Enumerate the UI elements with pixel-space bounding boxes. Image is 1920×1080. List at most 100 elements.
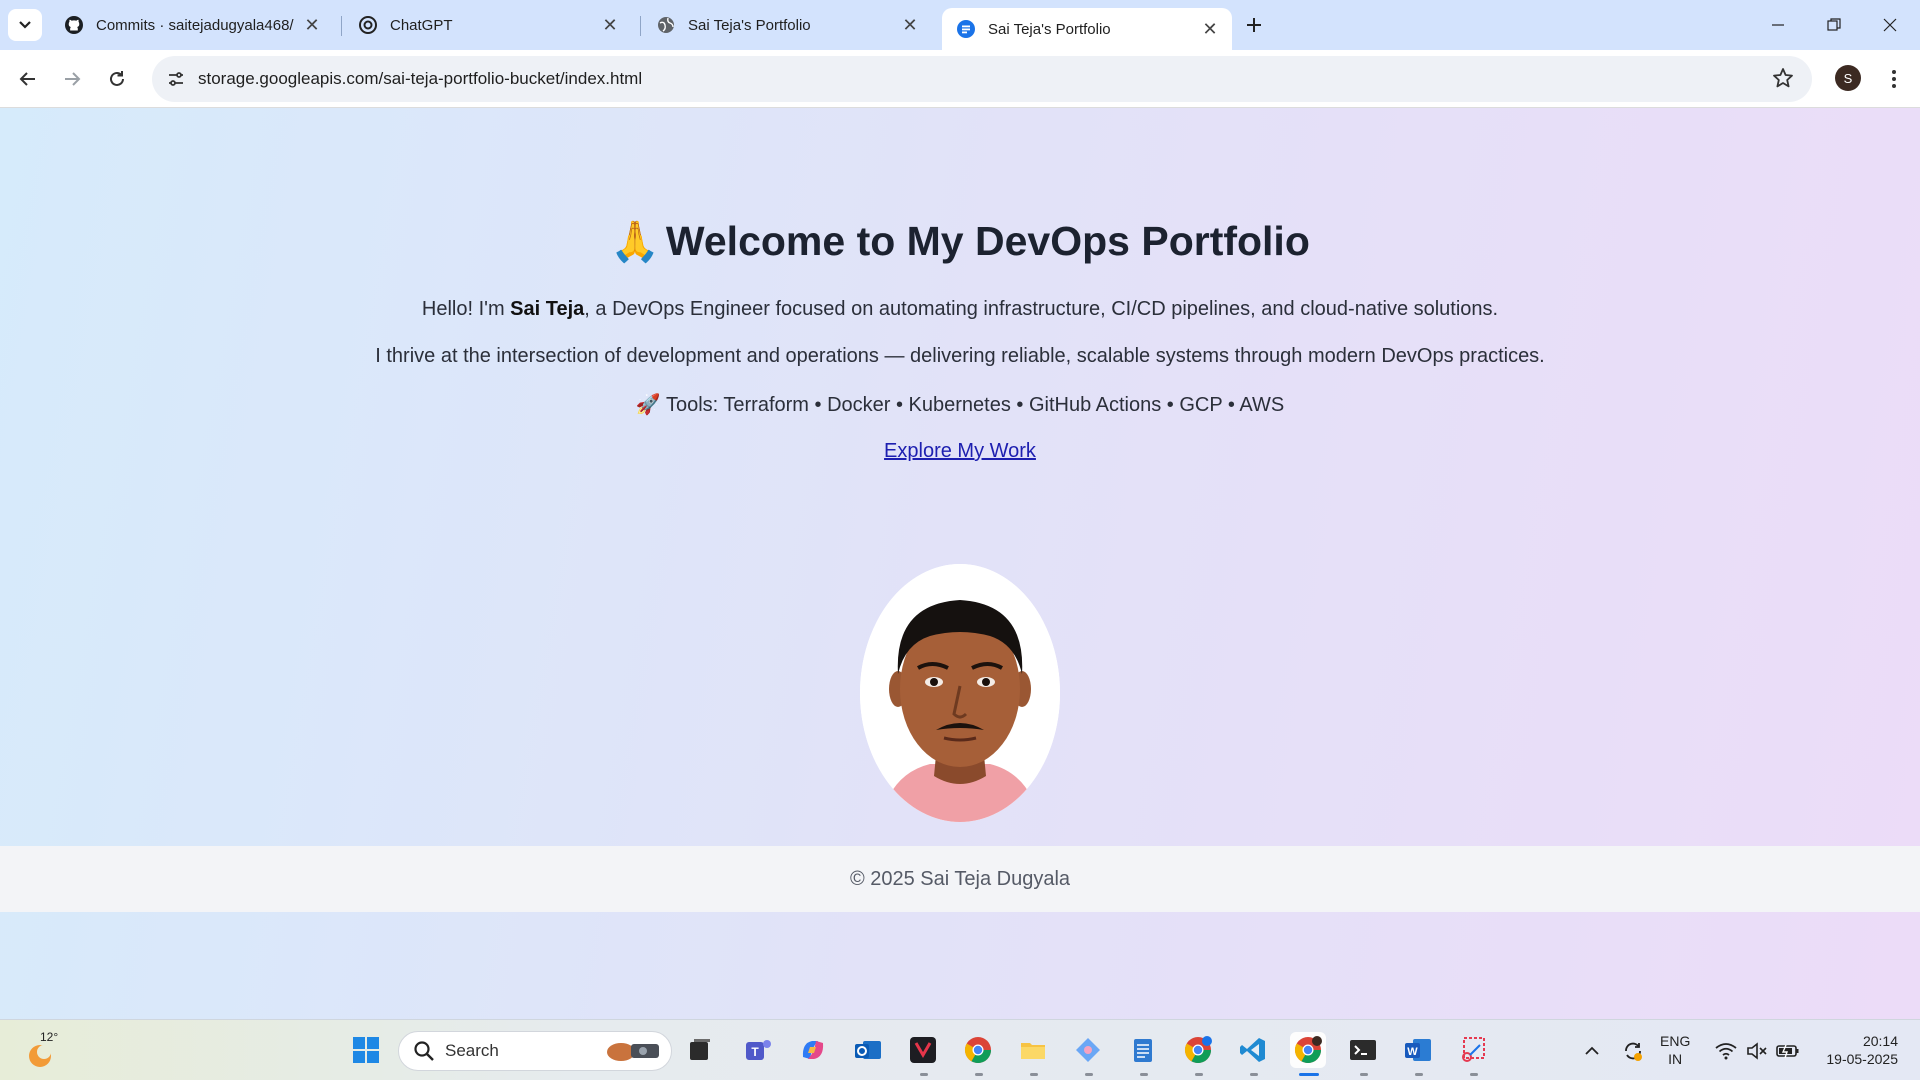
battery-icon[interactable] [1774,1020,1802,1080]
intro-text: Hello! I'm Sai Teja, a DevOps Engineer f… [0,298,1920,321]
tools-text: 🚀 Tools: Terraform • Docker • Kubernetes… [0,392,1920,417]
browser-toolbar: storage.googleapis.com/sai-teja-portfoli… [0,50,1920,108]
chrome-icon[interactable] [960,1032,996,1068]
tools-list: Tools: Terraform • Docker • Kubernetes •… [665,394,1285,416]
explore-container: Explore My Work [0,440,1920,463]
chrome-page-icon [956,19,976,39]
lang-region: IN [1668,1051,1683,1067]
language-indicator[interactable]: ENG IN [1660,1032,1690,1068]
restore-icon [1827,18,1841,31]
weather-temp: 12° [40,1030,59,1044]
site-info-icon[interactable] [158,61,194,97]
forward-button[interactable] [56,63,88,95]
more-menu-icon[interactable] [1880,63,1908,95]
tab-github-commits[interactable]: Commits · saitejadugyala468/G ✕ [50,8,334,42]
minimize-button[interactable] [1750,0,1806,50]
reload-button[interactable] [101,63,133,95]
running-indicator [975,1073,983,1076]
address-bar[interactable]: storage.googleapis.com/sai-teja-portfoli… [152,56,1812,102]
tab-separator [640,16,641,36]
praying-hands-icon: 🙏 [610,220,660,264]
chatgpt-icon [358,15,378,35]
running-indicator [1030,1073,1038,1076]
show-hidden-icons-button[interactable] [1580,1020,1604,1080]
copilot-icon[interactable] [795,1032,831,1068]
close-icon[interactable]: ✕ [600,15,620,35]
tab-portfolio-active[interactable]: Sai Teja's Portfolio ✕ [942,8,1232,50]
close-icon [1883,18,1897,32]
arrow-right-icon [65,72,81,86]
intro-suffix: , a DevOps Engineer focused on automatin… [584,298,1499,320]
chrome-profile-icon[interactable] [1180,1032,1216,1068]
tab-portfolio[interactable]: Sai Teja's Portfolio ✕ [642,8,932,42]
globe-icon [656,15,676,35]
sync-tray-icon[interactable] [1618,1020,1648,1080]
tab-strip: Commits · saitejadugyala468/G ✕ ChatGPT … [0,0,1920,50]
running-indicator [1360,1073,1368,1076]
running-indicator [1085,1073,1093,1076]
git-icon[interactable] [1070,1032,1106,1068]
running-indicator-active [1299,1073,1319,1076]
windows-taskbar: 12° Search T W ENG IN 20:14 19-05-2025 [0,1019,1920,1080]
weather-sun-icon [29,1045,51,1067]
snipping-tool-icon[interactable] [1455,1032,1491,1068]
svg-text:T: T [751,1045,759,1059]
task-view-icon[interactable] [682,1032,718,1068]
windows-start-icon[interactable] [348,1032,384,1068]
chevron-down-icon [19,21,31,29]
tagline-text: I thrive at the intersection of developm… [375,345,1545,367]
search-highlight-icon [607,1043,659,1061]
url-text[interactable]: storage.googleapis.com/sai-teja-portfoli… [198,69,642,89]
new-tab-button[interactable] [1240,11,1268,39]
close-icon[interactable]: ✕ [1200,19,1220,39]
tab-title: Sai Teja's Portfolio [988,20,1111,38]
tab-separator [341,16,342,36]
clock-date: 19-05-2025 [1826,1051,1898,1067]
tab-chatgpt[interactable]: ChatGPT ✕ [344,8,632,42]
vscode-icon[interactable] [1235,1032,1271,1068]
tab-title: ChatGPT [390,16,453,34]
clock-time: 20:14 [1862,1033,1898,1049]
search-icon [414,1041,434,1061]
terminal-icon[interactable] [1345,1032,1381,1068]
svg-text:W: W [1407,1046,1418,1058]
profile-photo [860,564,1060,822]
file-explorer-icon[interactable] [1015,1032,1051,1068]
close-icon[interactable]: ✕ [302,15,322,35]
running-indicator [920,1073,928,1076]
profile-avatar[interactable]: S [1835,65,1861,91]
notepad-icon[interactable] [1125,1032,1161,1068]
search-label: Search [445,1041,499,1060]
outlook-icon[interactable] [850,1032,886,1068]
back-button[interactable] [12,63,44,95]
app-icon[interactable] [905,1032,941,1068]
page-viewport: 🙏 Welcome to My DevOps Portfolio Hello! I… [0,108,1920,1019]
reload-icon [110,71,124,86]
intro-name: Sai Teja [510,298,585,320]
system-clock[interactable]: 20:14 19-05-2025 [1810,1032,1898,1068]
close-icon[interactable]: ✕ [900,15,920,35]
github-icon [64,15,84,35]
close-window-button[interactable] [1862,0,1918,50]
tab-title: Commits · saitejadugyala468/G [96,16,294,34]
page-title-text: Welcome to My DevOps Portfolio [665,218,1310,264]
restore-button[interactable] [1806,0,1862,50]
chrome-active-icon[interactable] [1290,1032,1326,1068]
tab-title: Sai Teja's Portfolio [688,16,811,34]
page-title: 🙏 Welcome to My DevOps Portfolio [0,218,1920,265]
tab-search-button[interactable] [8,9,42,41]
intro-prefix: Hello! I'm [421,298,511,320]
taskbar-search[interactable]: Search [398,1031,672,1071]
page-footer: © 2025 Sai Teja Dugyala [0,846,1920,912]
rocket-icon: 🚀 [635,394,661,416]
bookmark-star-icon[interactable] [1772,67,1794,94]
plus-icon [1247,18,1261,32]
running-indicator [1140,1073,1148,1076]
wifi-icon[interactable] [1712,1020,1740,1080]
explore-link[interactable]: Explore My Work [884,440,1036,462]
weather-widget[interactable]: 12° [26,1030,60,1068]
teams-icon[interactable]: T [740,1032,776,1068]
word-icon[interactable]: W [1400,1032,1436,1068]
volume-muted-icon[interactable] [1744,1020,1770,1080]
arrow-left-icon [19,72,35,86]
